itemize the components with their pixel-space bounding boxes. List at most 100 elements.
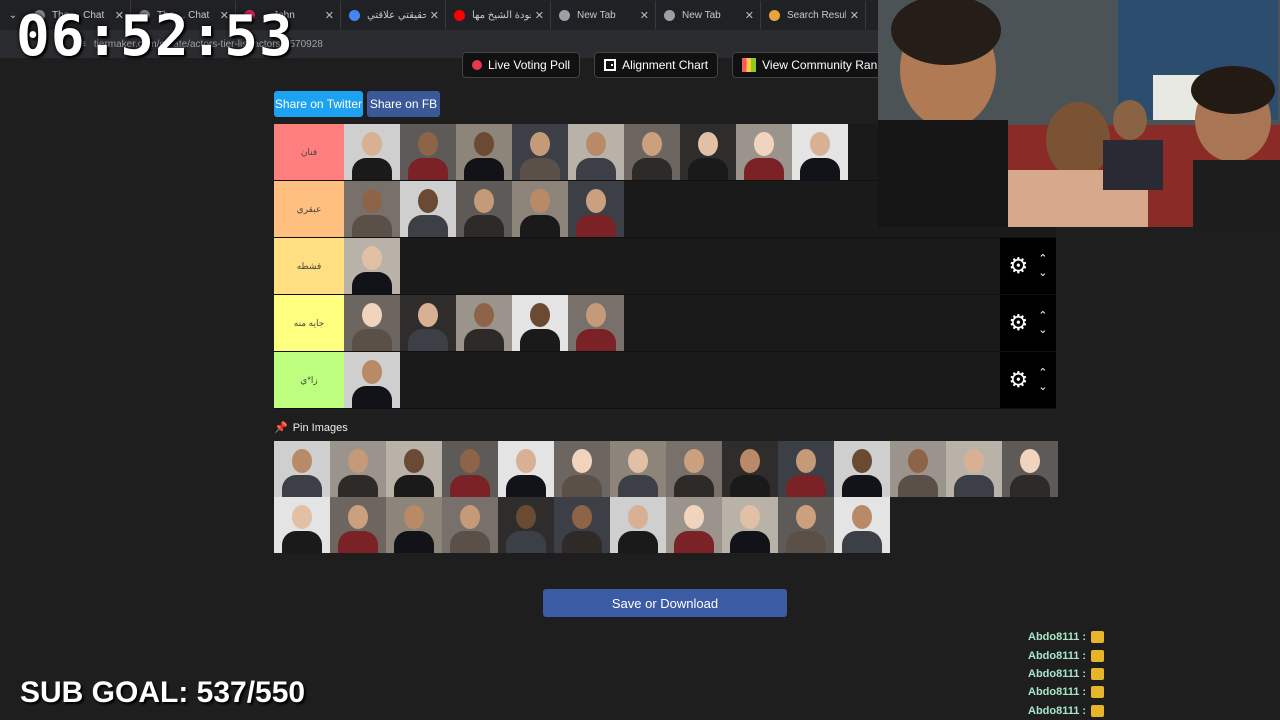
browser-tab[interactable]: New Tab ✕ bbox=[656, 1, 761, 29]
close-tab-icon[interactable]: ✕ bbox=[640, 9, 649, 22]
pool-image-tile[interactable] bbox=[666, 441, 722, 497]
pool-image-tile[interactable] bbox=[946, 441, 1002, 497]
pool-image-tile[interactable] bbox=[274, 497, 330, 553]
chat-username: Abdo8111 bbox=[1028, 667, 1080, 680]
share-fb-button[interactable]: Share on FB bbox=[367, 91, 440, 117]
gear-icon[interactable]: ⚙ bbox=[1009, 253, 1029, 279]
pool-image-tile[interactable] bbox=[386, 441, 442, 497]
gear-icon[interactable]: ⚙ bbox=[1009, 367, 1029, 393]
chat-separator: : bbox=[1082, 649, 1087, 662]
alignment-chart-label: Alignment Chart bbox=[622, 58, 709, 72]
tier-image-tile[interactable] bbox=[344, 238, 400, 294]
live-voting-poll-button[interactable]: Live Voting Poll bbox=[462, 52, 581, 78]
pool-image-tile[interactable] bbox=[442, 441, 498, 497]
chevron-down-icon[interactable]: ⌄ bbox=[1038, 323, 1047, 337]
tier-image-tile[interactable] bbox=[512, 181, 568, 237]
tier-label[interactable]: فنان bbox=[274, 124, 344, 180]
pool-image-tile[interactable] bbox=[778, 441, 834, 497]
browser-tab[interactable]: حقيقتي علاقتي ✕ bbox=[341, 1, 446, 29]
portrait-body bbox=[352, 329, 392, 351]
tier-image-tile[interactable] bbox=[512, 124, 568, 180]
portrait-face bbox=[908, 449, 928, 473]
tier-drop-zone[interactable] bbox=[344, 238, 1056, 294]
pool-image-tile[interactable] bbox=[330, 441, 386, 497]
tier-image-tile[interactable] bbox=[400, 181, 456, 237]
pool-image-tile[interactable] bbox=[1002, 441, 1058, 497]
tier-image-tile[interactable] bbox=[400, 295, 456, 351]
tier-image-tile[interactable] bbox=[568, 181, 624, 237]
pool-image-tile[interactable] bbox=[554, 441, 610, 497]
save-download-button[interactable]: Save or Download bbox=[543, 589, 787, 617]
pin-images-header: 📌 Pin Images bbox=[274, 421, 348, 435]
portrait-face bbox=[362, 360, 382, 384]
tier-move-arrows: ⌃ ⌄ bbox=[1038, 309, 1047, 337]
tier-label[interactable]: زا*ي bbox=[274, 352, 344, 408]
share-twitter-button[interactable]: Share on Twitter bbox=[274, 91, 363, 117]
tier-image-tile[interactable] bbox=[344, 352, 400, 408]
tier-row: فشطه ⚙ ⌃ ⌄ bbox=[274, 238, 1056, 295]
tier-image-tile[interactable] bbox=[568, 124, 624, 180]
browser-tab[interactable]: New Tab ✕ bbox=[551, 1, 656, 29]
pool-image-tile[interactable] bbox=[722, 441, 778, 497]
portrait-face bbox=[796, 505, 816, 529]
alignment-chart-button[interactable]: Alignment Chart bbox=[594, 52, 719, 78]
portrait-face bbox=[348, 505, 368, 529]
browser-tab[interactable]: عودة الشيخ مها ✕ bbox=[446, 1, 551, 29]
portrait-body bbox=[842, 475, 882, 497]
community-rank-button[interactable]: View Community Rank bbox=[732, 52, 894, 78]
pool-image-tile[interactable] bbox=[834, 441, 890, 497]
chevron-up-icon[interactable]: ⌃ bbox=[1038, 252, 1047, 266]
tier-image-tile[interactable] bbox=[736, 124, 792, 180]
pool-image-tile[interactable] bbox=[666, 497, 722, 553]
pool-image-tile[interactable] bbox=[498, 497, 554, 553]
pool-image-tile[interactable] bbox=[834, 497, 890, 553]
tier-label[interactable]: عبقري bbox=[274, 181, 344, 237]
close-tab-icon[interactable]: ✕ bbox=[850, 9, 859, 22]
grid-icon bbox=[604, 59, 617, 71]
pool-image-tile[interactable] bbox=[498, 441, 554, 497]
tier-drop-zone[interactable] bbox=[344, 295, 1056, 351]
gear-icon[interactable]: ⚙ bbox=[1009, 310, 1029, 336]
pool-image-tile[interactable] bbox=[778, 497, 834, 553]
portrait-face bbox=[292, 449, 312, 473]
tier-image-tile[interactable] bbox=[624, 124, 680, 180]
pool-image-tile[interactable] bbox=[554, 497, 610, 553]
tier-controls: ⚙ ⌃ ⌄ bbox=[1000, 352, 1056, 408]
tier-image-tile[interactable] bbox=[792, 124, 848, 180]
tier-image-tile[interactable] bbox=[400, 124, 456, 180]
portrait-body bbox=[338, 475, 378, 497]
tier-label[interactable]: فشطه bbox=[274, 238, 344, 294]
tier-image-tile[interactable] bbox=[344, 181, 400, 237]
chevron-up-icon[interactable]: ⌃ bbox=[1038, 309, 1047, 323]
tier-image-tile[interactable] bbox=[512, 295, 568, 351]
chevron-down-icon[interactable]: ⌄ bbox=[1038, 266, 1047, 280]
pool-image-tile[interactable] bbox=[442, 497, 498, 553]
tier-image-tile[interactable] bbox=[456, 124, 512, 180]
tier-label[interactable]: جايه منه bbox=[274, 295, 344, 351]
chevron-up-icon[interactable]: ⌃ bbox=[1038, 366, 1047, 380]
portrait-body bbox=[562, 475, 602, 497]
image-pool bbox=[274, 441, 1058, 553]
pool-image-tile[interactable] bbox=[610, 441, 666, 497]
portrait-body bbox=[352, 158, 392, 180]
pool-image-tile[interactable] bbox=[330, 497, 386, 553]
close-tab-icon[interactable]: ✕ bbox=[325, 9, 334, 22]
close-tab-icon[interactable]: ✕ bbox=[535, 9, 544, 22]
browser-tab[interactable]: Search Results ✕ bbox=[761, 1, 866, 29]
tier-image-tile[interactable] bbox=[456, 295, 512, 351]
pool-image-tile[interactable] bbox=[722, 497, 778, 553]
pool-image-tile[interactable] bbox=[274, 441, 330, 497]
close-tab-icon[interactable]: ✕ bbox=[745, 9, 754, 22]
tier-image-tile[interactable] bbox=[344, 124, 400, 180]
tier-drop-zone[interactable] bbox=[344, 352, 1056, 408]
pool-image-tile[interactable] bbox=[890, 441, 946, 497]
pool-image-tile[interactable] bbox=[386, 497, 442, 553]
tier-image-tile[interactable] bbox=[456, 181, 512, 237]
pool-image-tile[interactable] bbox=[610, 497, 666, 553]
chevron-down-icon[interactable]: ⌄ bbox=[1038, 380, 1047, 394]
close-tab-icon[interactable]: ✕ bbox=[430, 9, 439, 22]
tier-image-tile[interactable] bbox=[344, 295, 400, 351]
tier-image-tile[interactable] bbox=[680, 124, 736, 180]
tier-image-tile[interactable] bbox=[568, 295, 624, 351]
portrait-body bbox=[464, 329, 504, 351]
